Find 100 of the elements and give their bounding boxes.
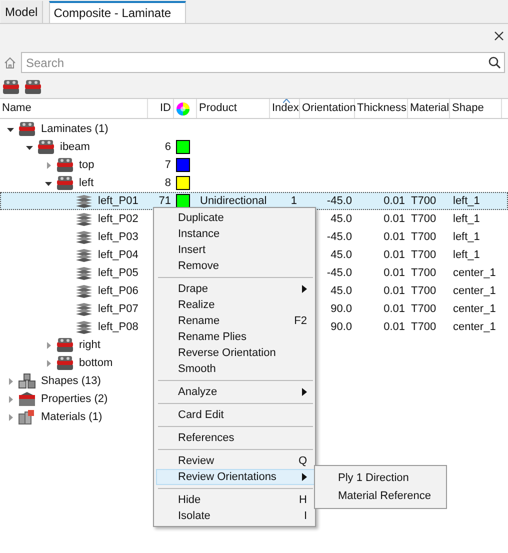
column-header[interactable]: Name	[2, 100, 32, 117]
menu-item[interactable]: Rename Plies	[156, 329, 315, 345]
node-name[interactable]: left_P02	[98, 210, 138, 228]
toolbar-button[interactable]	[24, 79, 42, 95]
menu-item[interactable]: Review Orientations	[156, 469, 315, 485]
color-swatch[interactable]	[176, 140, 190, 154]
menu-item[interactable]: Ply 1 Direction	[315, 469, 446, 487]
menu-item[interactable]: Drape	[156, 281, 315, 297]
node-name[interactable]: right	[79, 336, 100, 354]
ply-layers-icon	[75, 302, 93, 316]
column-header[interactable]: Shape	[452, 100, 484, 117]
laminate-stack-icon	[56, 157, 74, 173]
laminate-stack-icon	[18, 121, 36, 137]
orientation-cell-text: 90.0	[330, 302, 352, 317]
tab[interactable]: Composite - Laminate	[48, 1, 186, 23]
menu-item[interactable]: References	[156, 430, 315, 446]
menu-item[interactable]: Card Edit	[156, 407, 315, 423]
ply-layers-icon	[75, 248, 93, 262]
material-cell-text: T700	[411, 266, 436, 281]
color-swatch[interactable]	[176, 176, 190, 190]
column-header[interactable]: Index	[272, 100, 299, 117]
laminate-stack-icon	[56, 175, 74, 191]
column-header[interactable]: Thickness	[357, 100, 407, 117]
search-icon[interactable]	[488, 56, 501, 69]
menu-item[interactable]: Reverse Orientation	[156, 345, 315, 361]
index-cell-text: 1	[290, 194, 297, 209]
node-name[interactable]: ibeam	[60, 138, 90, 156]
collapsed-arrow-icon[interactable]	[6, 376, 15, 386]
id-cell-text: 7	[164, 158, 171, 173]
ply-layers-icon	[75, 284, 93, 298]
thickness-cell-text: 0.01	[384, 266, 405, 281]
collapsed-arrow-icon[interactable]	[44, 160, 53, 170]
product-cell-text: Unidirectional	[200, 194, 267, 209]
material-blocks-icon	[18, 409, 36, 425]
collapsed-arrow-icon[interactable]	[44, 358, 53, 368]
id-cell-text: 8	[164, 176, 171, 191]
node-name[interactable]: bottom	[79, 354, 113, 372]
material-cell-text: T700	[411, 230, 436, 245]
shape-cell-text: left_1	[453, 230, 480, 245]
menu-item[interactable]: Material Reference	[315, 487, 446, 505]
node-name[interactable]: left_P06	[98, 282, 138, 300]
node-name[interactable]: left_P05	[98, 264, 138, 282]
node-name[interactable]: left_P07	[98, 300, 138, 318]
material-cell-text: T700	[411, 320, 436, 335]
menu-item[interactable]: Analyze	[156, 384, 315, 400]
menu-item[interactable]: Insert	[156, 242, 315, 258]
color-wheel-icon	[176, 102, 190, 116]
node-name[interactable]: Properties (2)	[41, 390, 108, 408]
material-cell-text: T700	[411, 212, 436, 227]
thickness-cell-text: 0.01	[384, 320, 405, 335]
close-icon[interactable]	[494, 31, 504, 41]
ply-layers-icon	[75, 194, 93, 208]
tab[interactable]: Model	[1, 1, 43, 23]
collapsed-arrow-icon[interactable]	[6, 394, 15, 404]
ply-layers-icon	[75, 320, 93, 334]
orientation-cell-text: 45.0	[330, 212, 352, 227]
color-swatch[interactable]	[176, 158, 190, 172]
column-header[interactable]: Orientation	[302, 100, 356, 117]
laminate-stack-icon	[56, 337, 74, 353]
home-icon[interactable]	[3, 56, 17, 70]
collapsed-arrow-icon[interactable]	[44, 340, 53, 350]
sort-caret-icon	[283, 99, 290, 103]
menu-item[interactable]: Instance	[156, 226, 315, 242]
column-header[interactable]: ID	[160, 100, 171, 117]
menu-item[interactable]: Rename F2	[156, 313, 315, 329]
menu-item[interactable]: Remove	[156, 258, 315, 274]
column-header[interactable]: Product	[199, 100, 237, 117]
node-name[interactable]: Laminates (1)	[41, 120, 108, 138]
menu-item[interactable]: Isolate I	[156, 508, 315, 524]
menu-item[interactable]: Duplicate	[156, 210, 315, 226]
node-name[interactable]: left	[79, 174, 94, 192]
node-name[interactable]: Materials (1)	[41, 408, 102, 426]
orientation-cell-text: 90.0	[330, 320, 352, 335]
ply-layers-icon	[75, 230, 93, 244]
menu-item[interactable]: Realize	[156, 297, 315, 313]
ply-layers-icon	[75, 266, 93, 280]
thickness-cell-text: 0.01	[384, 230, 405, 245]
search-field[interactable]: Search	[21, 52, 505, 73]
menu-item[interactable]: Hide H	[156, 492, 315, 508]
node-name[interactable]: left_P03	[98, 228, 138, 246]
material-cell-text: T700	[411, 248, 436, 263]
node-name[interactable]: Shapes (13)	[41, 372, 101, 390]
color-swatch[interactable]	[176, 194, 190, 208]
property-stack-icon	[18, 391, 36, 407]
shape-cell-text: center_1	[453, 302, 496, 317]
column-header[interactable]: Material	[410, 100, 450, 117]
node-name[interactable]: left_P08	[98, 318, 138, 336]
node-name[interactable]: left_P04	[98, 246, 138, 264]
material-cell-text: T700	[411, 302, 436, 317]
toolbar-button[interactable]	[2, 79, 20, 95]
collapsed-arrow-icon[interactable]	[6, 412, 15, 422]
shape-cell-text: left_1	[453, 248, 480, 263]
orientation-cell-text: 45.0	[330, 284, 352, 299]
menu-item[interactable]: Review Q	[156, 453, 315, 469]
material-cell-text: T700	[411, 194, 436, 209]
orientation-cell-text: -45.0	[326, 266, 352, 281]
menu-item[interactable]: Smooth	[156, 361, 315, 377]
thickness-cell-text: 0.01	[384, 248, 405, 263]
node-name[interactable]: top	[79, 156, 94, 174]
thickness-cell-text: 0.01	[384, 302, 405, 317]
